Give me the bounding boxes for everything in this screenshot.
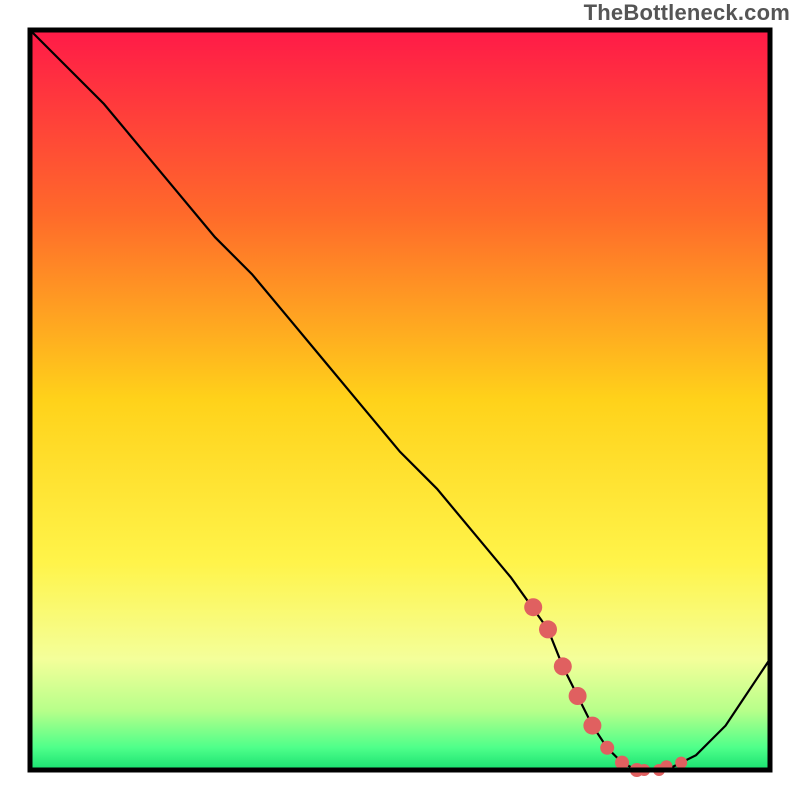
marker-dot (569, 687, 587, 705)
chart-container: TheBottleneck.com (0, 0, 800, 800)
marker-dot (539, 620, 557, 638)
bottleneck-chart (0, 0, 800, 800)
marker-dot (675, 757, 687, 769)
plot-background (30, 30, 770, 770)
marker-dot (554, 657, 572, 675)
watermark-label: TheBottleneck.com (584, 0, 790, 26)
marker-dot (600, 741, 614, 755)
marker-dot (583, 717, 601, 735)
marker-dot (524, 598, 542, 616)
